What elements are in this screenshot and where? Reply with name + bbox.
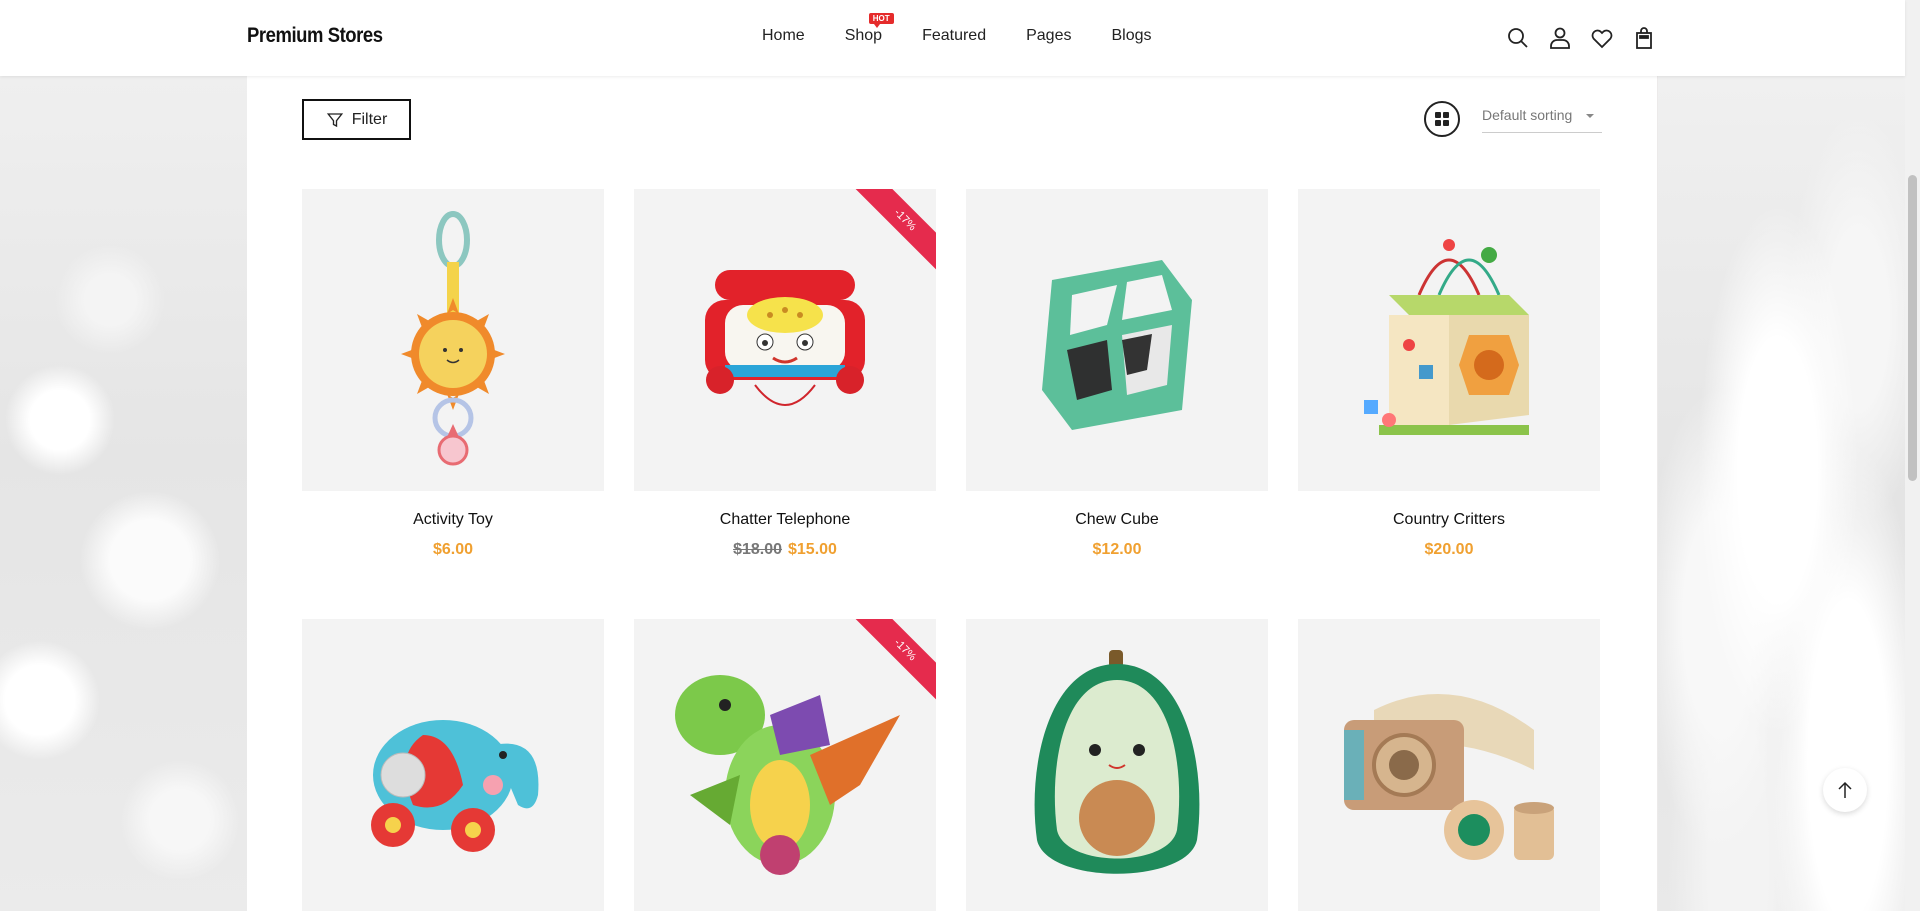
product-price: $18.00 $15.00 bbox=[733, 541, 837, 558]
country-critters-image bbox=[1364, 239, 1529, 435]
product-image[interactable] bbox=[966, 189, 1268, 491]
product-card[interactable]: -17% bbox=[634, 189, 936, 619]
product-price: $6.00 bbox=[432, 541, 474, 558]
product-image[interactable] bbox=[302, 619, 604, 911]
chatter-telephone-image bbox=[705, 270, 865, 406]
arrow-up-icon bbox=[1838, 781, 1852, 798]
product-image[interactable] bbox=[302, 189, 604, 491]
shop-content: Filter Default sorting Activity Toy $6.0… bbox=[247, 76, 1657, 911]
product-name[interactable]: Country Critters bbox=[1298, 511, 1600, 529]
grid-view-toggle[interactable] bbox=[1424, 101, 1460, 137]
product-name[interactable]: Chatter Telephone bbox=[634, 511, 936, 529]
nav-home[interactable]: Home bbox=[762, 27, 805, 45]
chevron-down-icon bbox=[1586, 114, 1594, 118]
product-card[interactable] bbox=[302, 619, 604, 911]
product-card[interactable]: Country Critters $20.00 bbox=[1298, 189, 1600, 619]
product-image[interactable]: -17% bbox=[634, 189, 936, 491]
filter-icon bbox=[326, 112, 343, 127]
header-actions bbox=[1506, 26, 1656, 50]
shopping-bag-icon[interactable] bbox=[1632, 26, 1656, 50]
product-old-price: $18.00 bbox=[733, 541, 782, 558]
filter-button[interactable]: Filter bbox=[302, 99, 411, 140]
sort-selected-value: Default sorting bbox=[1482, 107, 1573, 123]
filter-label: Filter bbox=[351, 110, 388, 128]
product-card[interactable]: Chew Cube $12.00 bbox=[966, 189, 1268, 619]
elephant-toy-image bbox=[371, 720, 539, 852]
product-name[interactable]: Chew Cube bbox=[966, 511, 1268, 529]
search-icon[interactable] bbox=[1506, 26, 1530, 50]
page-scrollbar[interactable] bbox=[1905, 0, 1920, 911]
product-card[interactable]: -17% bbox=[634, 619, 936, 911]
chew-cube-image bbox=[1042, 260, 1192, 430]
nav-pages[interactable]: Pages bbox=[1026, 27, 1071, 45]
nav-featured[interactable]: Featured bbox=[922, 27, 986, 45]
floral-background-right bbox=[1658, 0, 1920, 911]
floral-background-left bbox=[0, 0, 247, 911]
user-icon[interactable] bbox=[1548, 26, 1572, 50]
grid-icon bbox=[1435, 112, 1449, 126]
product-image[interactable] bbox=[1298, 189, 1600, 491]
nav-shop[interactable]: Shop HOT bbox=[845, 13, 894, 45]
avocado-plush-image bbox=[1034, 650, 1200, 874]
sort-select[interactable]: Default sorting bbox=[1482, 107, 1602, 133]
main-nav: Home Shop HOT Featured Pages Blogs bbox=[762, 13, 1192, 45]
product-price: $12.00 bbox=[1092, 541, 1142, 558]
product-card[interactable]: Activity Toy $6.00 bbox=[302, 189, 604, 619]
site-logo[interactable]: Premium Stores bbox=[247, 24, 383, 48]
activity-toy-image bbox=[401, 211, 505, 466]
product-card[interactable] bbox=[966, 619, 1268, 911]
product-card[interactable] bbox=[1298, 619, 1600, 911]
hot-badge: HOT bbox=[868, 13, 894, 28]
dragon-plush-image bbox=[675, 675, 900, 875]
product-image[interactable] bbox=[1298, 619, 1600, 911]
back-to-top-button[interactable] bbox=[1823, 768, 1867, 812]
product-price: $20.00 bbox=[1424, 541, 1474, 558]
heart-icon[interactable] bbox=[1590, 26, 1614, 50]
scrollbar-thumb[interactable] bbox=[1908, 175, 1917, 481]
nav-blogs[interactable]: Blogs bbox=[1111, 27, 1151, 45]
site-header: Premium Stores Home Shop HOT Featured Pa… bbox=[0, 0, 1905, 76]
product-name[interactable]: Activity Toy bbox=[302, 511, 604, 529]
product-image[interactable]: -17% bbox=[634, 619, 936, 911]
product-image[interactable] bbox=[966, 619, 1268, 911]
product-grid: Activity Toy $6.00 -17% Chatter Telephon… bbox=[302, 189, 1600, 911]
wooden-camera-image bbox=[1344, 694, 1554, 860]
